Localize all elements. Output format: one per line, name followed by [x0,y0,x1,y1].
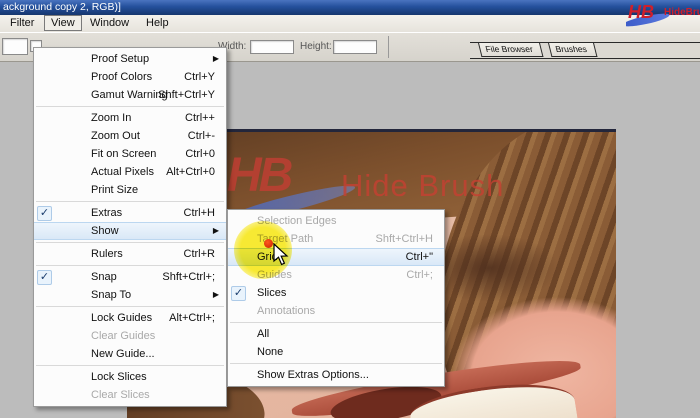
submenu-arrow-icon: ▶ [212,54,219,63]
menu-item-label: Clear Slices [91,389,150,401]
menu-item-label: Clear Guides [91,330,156,342]
menu-item-label: Snap [91,271,117,283]
menu-window[interactable]: Window [84,15,135,31]
menu-item-label: Lock Guides [91,312,153,324]
menu-shortcut: Ctrl+" [405,251,433,263]
menu-shortcut: Ctrl+- [187,130,215,142]
menu-separator [36,265,224,266]
menu-item-zoom-out[interactable]: Zoom Out Ctrl+- [34,127,226,145]
checkmark-icon: ✓ [37,270,52,285]
menu-shortcut: Alt+Ctrl+; [169,312,215,324]
submenu-arrow-icon: ▶ [212,226,219,235]
height-input[interactable] [333,40,377,54]
submenu-item-show-extras-options[interactable]: Show Extras Options... [228,366,444,384]
watermark-logo: HB [227,149,293,202]
menu-item-label: Zoom Out [91,130,140,142]
menu-separator [36,242,224,243]
watermark-text: Hide Brush [341,168,505,203]
brand-logo-letters: HB [628,2,654,22]
tab-brushes[interactable]: Brushes [548,43,598,57]
menu-item-lock-guides[interactable]: Lock Guides Alt+Ctrl+; [34,309,226,327]
width-input[interactable] [250,40,294,54]
menu-item-gamut-warning[interactable]: Gamut Warning Shft+Ctrl+Y [34,86,226,104]
menu-help[interactable]: Help [140,15,175,31]
menu-shortcut: Ctrl+R [183,248,215,260]
menu-item-label: Annotations [257,305,316,317]
menu-filter[interactable]: Filter [4,15,40,31]
menu-item-label: Actual Pixels [91,166,154,178]
menu-item-label: Lock Slices [91,371,147,383]
brand-logo-text: HideBrush [664,7,700,18]
menu-item-label: Proof Setup [91,53,150,65]
menu-item-label: Extras [91,207,123,219]
menu-item-label: Rulers [91,248,123,260]
menu-shortcut: Ctrl+; [406,269,433,281]
menu-item-label: Zoom In [91,112,132,124]
submenu-item-none[interactable]: None [228,343,444,361]
brand-logo: HB HideBrush [626,1,700,33]
menu-item-label: New Guide... [91,348,155,360]
menu-item-label: Snap To [91,289,132,301]
click-point-dot [264,239,273,248]
menu-item-label: Show Extras Options... [257,369,369,381]
menu-item-label: Proof Colors [91,71,153,83]
checkmark-icon: ✓ [37,206,52,221]
menu-shortcut: Shft+Ctrl+H [375,233,433,245]
menu-item-label: Show [91,225,119,237]
menu-item-label: Gamut Warning [91,89,168,101]
menu-item-new-guide[interactable]: New Guide... [34,345,226,363]
menu-separator [36,106,224,107]
menu-item-clear-slices: Clear Slices [34,386,226,404]
menu-view[interactable]: View [44,15,82,31]
menu-shortcut: Shft+Ctrl+Y [158,89,215,101]
menu-item-label: Fit on Screen [91,148,157,160]
submenu-item-all[interactable]: All [228,325,444,343]
menu-bar: Filter View Window Help [0,15,700,32]
menu-item-label: Slices [257,287,287,299]
menu-shortcut: Ctrl++ [185,112,215,124]
menu-item-actual-pixels[interactable]: Actual Pixels Alt+Ctrl+0 [34,163,226,181]
menu-item-label: All [257,328,270,340]
checkmark-icon: ✓ [231,286,246,301]
menu-item-lock-slices[interactable]: Lock Slices [34,368,226,386]
submenu-item-annotations: Annotations [228,302,444,320]
menu-shortcut: Shft+Ctrl+; [162,271,215,283]
menu-item-zoom-in[interactable]: Zoom In Ctrl++ [34,109,226,127]
menu-item-extras[interactable]: ✓ Extras Ctrl+H [34,204,226,222]
menu-separator [36,365,224,366]
menu-item-label: None [257,346,284,358]
mouse-cursor-icon [273,243,289,266]
tab-file-browser[interactable]: File Browser [478,43,544,57]
menu-item-proof-colors[interactable]: Proof Colors Ctrl+Y [34,68,226,86]
menu-item-rulers[interactable]: Rulers Ctrl+R [34,245,226,263]
submenu-item-slices[interactable]: ✓ Slices [228,284,444,302]
menu-item-fit-on-screen[interactable]: Fit on Screen Ctrl+0 [34,145,226,163]
palette-well: File Browser Brushes [470,42,700,59]
menu-item-label: Print Size [91,184,139,196]
menu-separator [36,201,224,202]
photoshop-window: ackground copy 2, RGB)] Filter View Wind… [0,0,700,418]
height-label: Height: [300,41,332,52]
tool-option-input[interactable] [2,38,28,55]
menu-item-snap-to[interactable]: Snap To ▶ [34,286,226,304]
options-divider [388,36,389,58]
menu-shortcut: Ctrl+0 [185,148,215,160]
menu-shortcut: Ctrl+H [183,207,215,219]
menu-shortcut: Alt+Ctrl+0 [166,166,215,178]
menu-item-proof-setup[interactable]: Proof Setup ▶ [34,50,226,68]
menu-item-snap[interactable]: ✓ Snap Shft+Ctrl+; [34,268,226,286]
view-menu: Proof Setup ▶ Proof Colors Ctrl+Y Gamut … [33,47,227,407]
submenu-arrow-icon: ▶ [212,290,219,299]
menu-shortcut: Ctrl+Y [184,71,215,83]
menu-separator [36,306,224,307]
menu-item-print-size[interactable]: Print Size [34,181,226,199]
menu-item-show[interactable]: Show ▶ [34,222,226,240]
window-title: ackground copy 2, RGB)] [3,1,121,13]
menu-item-clear-guides: Clear Guides [34,327,226,345]
title-bar[interactable]: ackground copy 2, RGB)] [0,0,700,15]
menu-separator [230,363,442,364]
menu-separator [230,322,442,323]
